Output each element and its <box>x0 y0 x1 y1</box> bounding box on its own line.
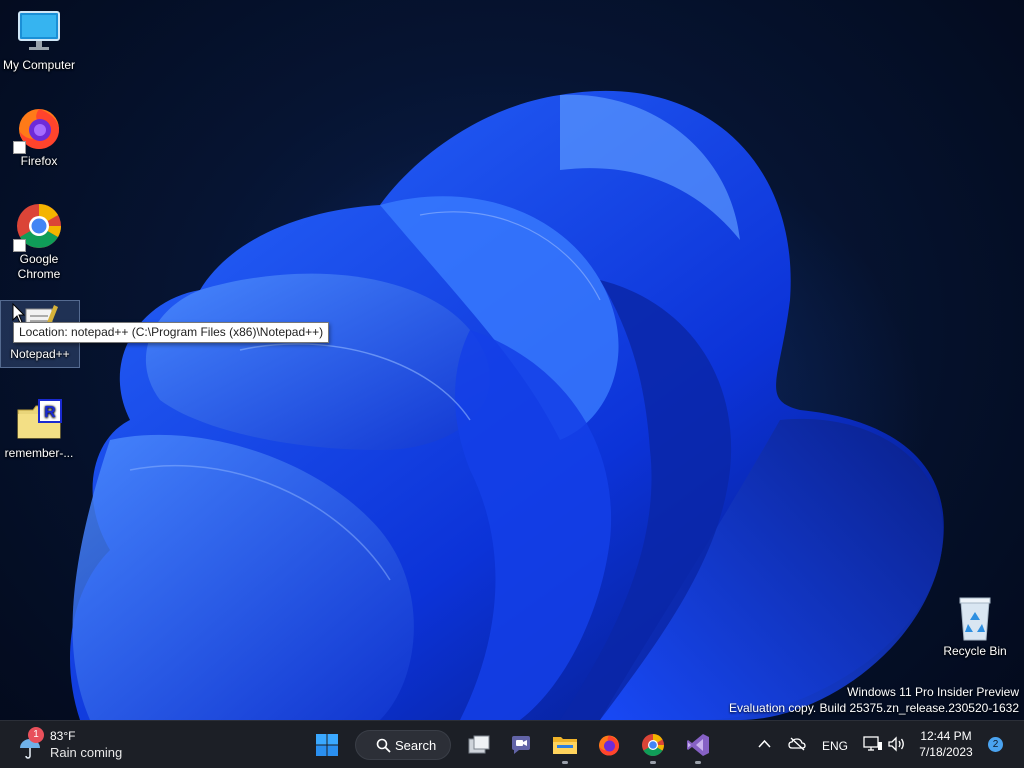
start-icon <box>316 734 338 756</box>
task-view-button[interactable] <box>459 725 499 765</box>
watermark-line-1: Windows 11 Pro Insider Preview <box>847 685 1019 699</box>
taskbar-clock[interactable]: 12:44 PM 7/18/2023 <box>910 728 982 760</box>
visual-studio-icon <box>687 734 709 756</box>
desktop-icon-google-chrome[interactable]: Google Chrome <box>0 202 78 282</box>
firefox-icon <box>13 104 63 154</box>
monitor-icon <box>15 8 63 56</box>
desktop-icon-recycle-bin[interactable]: Recycle Bin <box>936 594 1014 659</box>
search-label: Search <box>395 738 437 753</box>
desktop-icon-label: Google Chrome <box>17 252 61 281</box>
location-tooltip: Location: notepad++ (C:\Program Files (x… <box>13 322 330 343</box>
desktop-icon-my-computer[interactable]: My Computer <box>0 8 78 73</box>
desktop-background: My Computer Firefox Google Chrome Notepa… <box>0 0 1024 720</box>
evaluation-watermark: Windows 11 Pro Insider Preview Evaluatio… <box>729 684 1019 716</box>
chrome-icon <box>13 202 63 252</box>
running-indicator <box>695 761 701 764</box>
firefox-taskbar-button[interactable] <box>589 725 629 765</box>
taskbar: 1 83°F Rain coming Search ENG 12:44 PM 7… <box>0 720 1024 768</box>
chrome-taskbar-button[interactable] <box>633 725 673 765</box>
firefox-icon <box>599 735 619 756</box>
search-button[interactable]: Search <box>355 730 451 760</box>
shortcut-arrow-icon <box>13 141 26 154</box>
network-icon[interactable] <box>863 735 883 753</box>
wallpaper-bloom <box>70 90 944 720</box>
file-explorer-icon <box>553 737 577 754</box>
recycle-bin-icon <box>951 594 999 642</box>
desktop-icon-label: Firefox <box>20 154 58 168</box>
watermark-line-2: Evaluation copy. Build 25375.zn_release.… <box>729 701 1019 715</box>
volume-icon[interactable] <box>887 736 905 752</box>
desktop-icon-label: Recycle Bin <box>943 644 1007 658</box>
weather-widget[interactable]: 1 83°F Rain coming <box>16 726 136 764</box>
weather-condition: Rain coming <box>50 745 123 760</box>
file-explorer-button[interactable] <box>545 725 585 765</box>
svg-text:R: R <box>44 404 56 421</box>
visual-studio-button[interactable] <box>678 725 718 765</box>
clock-time: 12:44 PM <box>920 729 972 743</box>
desktop-icon-firefox[interactable]: Firefox <box>0 104 78 169</box>
desktop-icon-label: remember-... <box>4 446 74 460</box>
teams-chat-icon <box>512 736 530 754</box>
running-indicator <box>562 761 568 764</box>
search-icon <box>376 738 391 753</box>
language-indicator[interactable]: ENG <box>822 739 848 753</box>
clock-date: 7/18/2023 <box>919 745 973 759</box>
start-button[interactable] <box>307 725 347 765</box>
desktop-icon-label: My Computer <box>2 58 76 72</box>
notification-count-badge[interactable]: 2 <box>988 737 1003 752</box>
weather-alert-badge: 1 <box>28 727 44 743</box>
folder-r-icon: R <box>15 396 63 444</box>
task-view-icon <box>468 735 490 754</box>
desktop-icon-remember[interactable]: R remember-... <box>0 396 78 461</box>
shortcut-arrow-icon <box>13 239 26 252</box>
running-indicator <box>650 761 656 764</box>
weather-temperature: 83°F <box>50 729 76 743</box>
teams-chat-button[interactable] <box>501 725 541 765</box>
chrome-icon <box>642 734 664 756</box>
show-hidden-icons-chevron-icon[interactable] <box>758 739 771 749</box>
onedrive-offline-icon[interactable] <box>788 736 806 752</box>
